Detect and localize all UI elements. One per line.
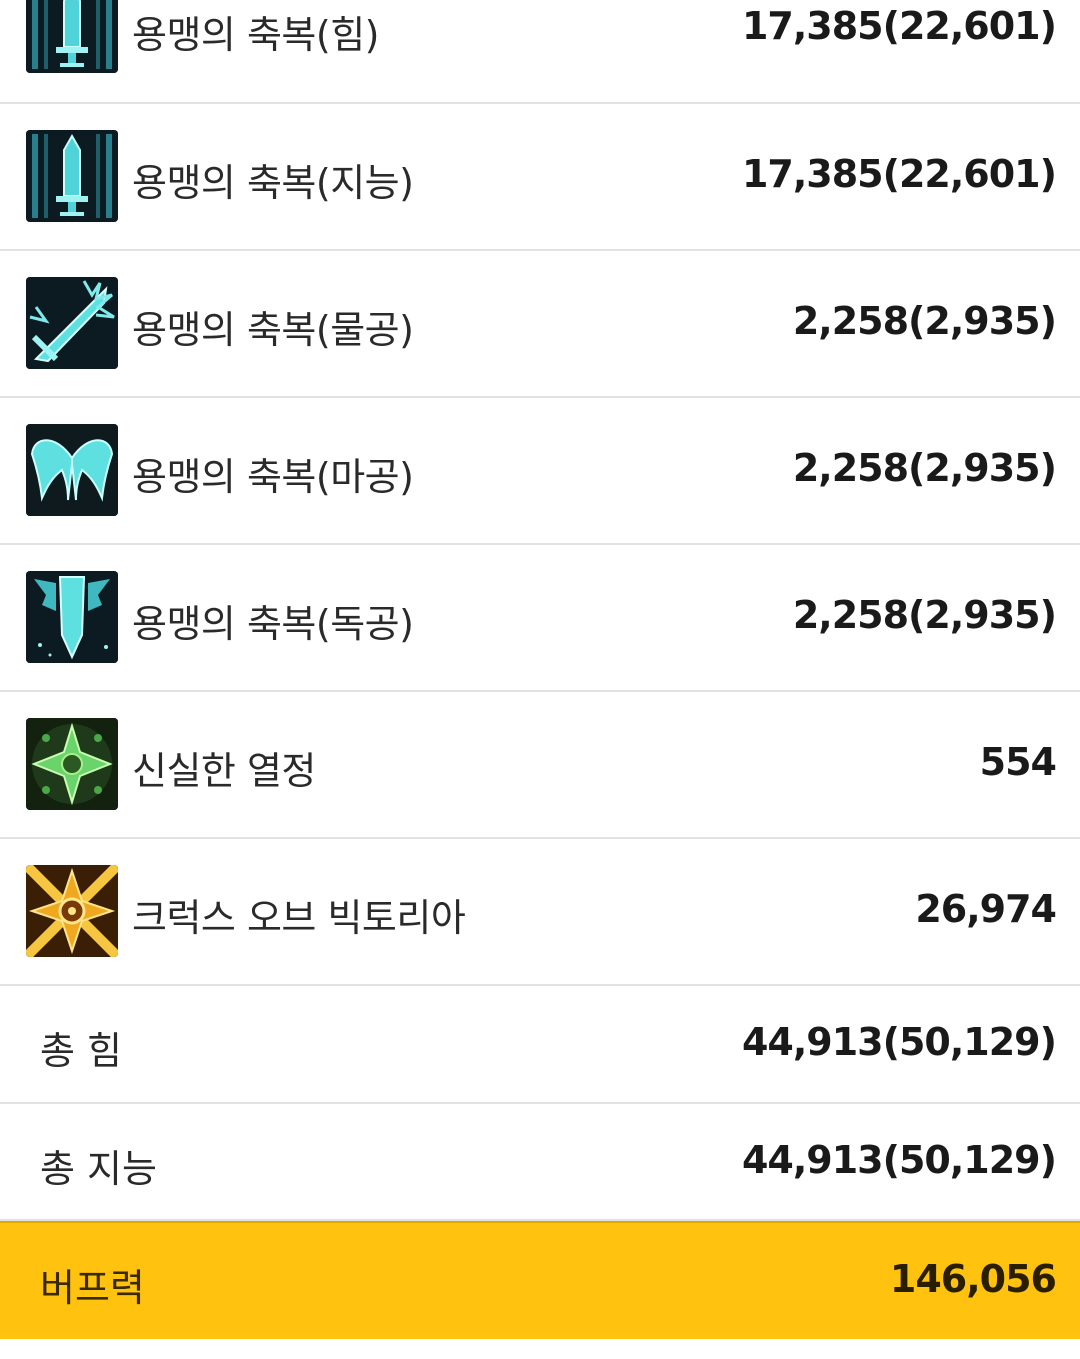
buff-power-label: 버프력 bbox=[40, 1266, 145, 1310]
golden-emblem-icon bbox=[26, 865, 118, 957]
total-label: 총 힘 bbox=[40, 1029, 122, 1073]
total-intelligence-row: 총 지능 44,913(50,129) bbox=[0, 1104, 1080, 1221]
buff-name: 용맹의 축복(힘) bbox=[132, 13, 380, 57]
buff-name: 신실한 열정 bbox=[132, 749, 316, 793]
total-value: 44,913(50,129) bbox=[741, 1138, 1057, 1182]
buff-value: 554 bbox=[979, 740, 1057, 784]
buff-power-row: 버프력 146,056 bbox=[0, 1221, 1080, 1339]
buff-value: 26,974 bbox=[915, 887, 1057, 931]
buff-value: 17,385(22,601) bbox=[741, 4, 1057, 48]
buff-row-crux-of-victoria[interactable]: 크럭스 오브 빅토리아 26,974 bbox=[0, 839, 1080, 986]
buff-row-physical-attack[interactable]: 용맹의 축복(물공) 2,258(2,935) bbox=[0, 251, 1080, 398]
buff-row-strength[interactable]: 용맹의 축복(힘) 17,385(22,601) bbox=[0, 0, 1080, 104]
buff-value: 2,258(2,935) bbox=[792, 299, 1057, 343]
winged-sword-icon bbox=[26, 571, 118, 663]
buff-value: 2,258(2,935) bbox=[792, 593, 1057, 637]
buff-name: 용맹의 축복(지능) bbox=[132, 161, 414, 205]
buff-name: 크럭스 오브 빅토리아 bbox=[132, 896, 466, 940]
green-cross-icon bbox=[26, 718, 118, 810]
buff-value: 17,385(22,601) bbox=[741, 152, 1057, 196]
buff-row-faithful-passion[interactable]: 신실한 열정 554 bbox=[0, 692, 1080, 839]
buff-row-magic-attack[interactable]: 용맹의 축복(마공) 2,258(2,935) bbox=[0, 398, 1080, 545]
buff-name: 용맹의 축복(독공) bbox=[132, 602, 414, 646]
slash-sword-icon bbox=[26, 277, 118, 369]
sword-icon bbox=[26, 0, 118, 73]
total-label: 총 지능 bbox=[40, 1147, 157, 1191]
buff-row-intelligence[interactable]: 용맹의 축복(지능) 17,385(22,601) bbox=[0, 104, 1080, 251]
buff-power-value: 146,056 bbox=[889, 1257, 1057, 1301]
sword-icon bbox=[26, 130, 118, 222]
buff-row-poison-attack[interactable]: 용맹의 축복(독공) 2,258(2,935) bbox=[0, 545, 1080, 692]
total-value: 44,913(50,129) bbox=[741, 1020, 1057, 1064]
total-strength-row: 총 힘 44,913(50,129) bbox=[0, 986, 1080, 1104]
buff-name: 용맹의 축복(마공) bbox=[132, 455, 414, 499]
buff-value: 2,258(2,935) bbox=[792, 446, 1057, 490]
buff-name: 용맹의 축복(물공) bbox=[132, 308, 414, 352]
wings-icon bbox=[26, 424, 118, 516]
